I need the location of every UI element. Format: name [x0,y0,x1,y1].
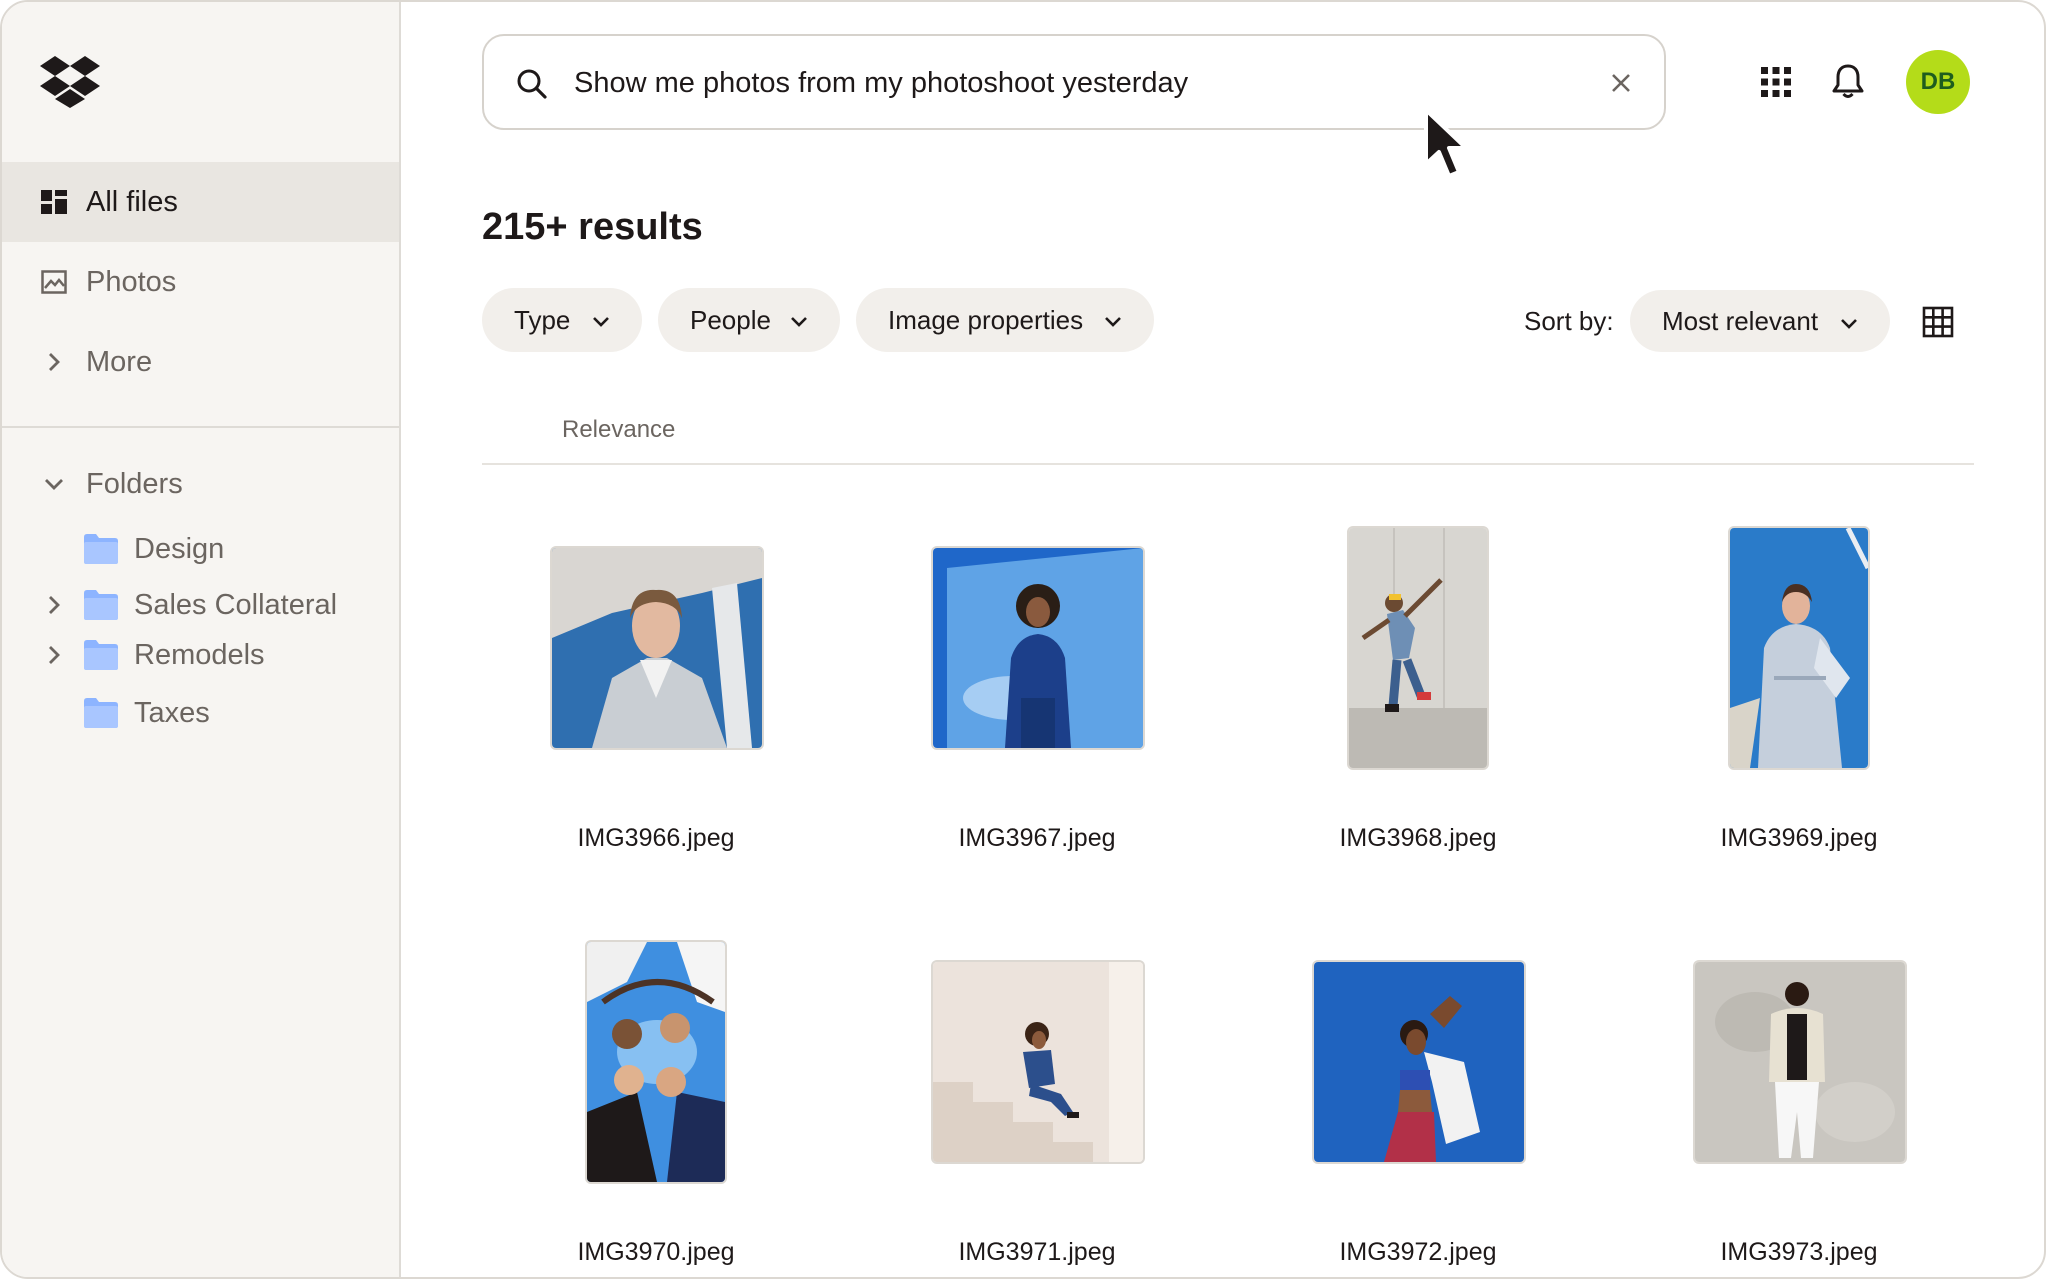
grid-view-icon[interactable] [1922,306,1954,338]
dropbox-logo-icon[interactable] [40,56,100,108]
search-input[interactable] [574,58,1534,108]
sidebar-item-more[interactable]: More [2,322,399,402]
folder-item-design[interactable]: Design [2,524,399,574]
chevron-down-icon [40,470,68,498]
chevron-right-icon [40,348,68,376]
folders-section-toggle[interactable]: Folders [2,458,399,510]
sort-dropdown[interactable]: Most relevant [1630,290,1890,352]
photo-icon [40,268,68,296]
sidebar: All files Photos More Folders Design Sal… [2,2,401,1277]
chevron-down-icon [791,317,807,327]
filter-image-properties-button[interactable]: Image properties [856,288,1154,352]
folders-section-label: Folders [86,467,183,500]
search-icon [517,69,547,99]
folder-icon [84,698,118,728]
sort-value: Most relevant [1662,305,1819,336]
chevron-right-icon[interactable] [42,593,66,617]
folder-icon [84,590,118,620]
chevron-right-icon[interactable] [42,643,66,667]
filter-type-button[interactable]: Type [482,288,642,352]
results-divider [482,463,1974,465]
filter-people-button[interactable]: People [658,288,840,352]
results-title: 215+ results [482,206,703,248]
folder-item-sales-collateral[interactable]: Sales Collateral [2,580,399,630]
sort-label: Sort by: [1524,306,1614,336]
filter-label: Image properties [888,304,1084,335]
sidebar-item-all-files[interactable]: All files [2,162,399,242]
folder-name: Sales Collateral [134,588,338,621]
file-card[interactable]: IMG3973.jpeg [1649,922,1949,1277]
image-thumbnail[interactable] [1730,528,1868,768]
file-card[interactable]: IMG3966.jpeg [506,522,806,902]
sidebar-item-photos[interactable]: Photos [2,242,399,322]
image-thumbnail[interactable] [933,962,1143,1162]
filter-label: Type [514,304,571,335]
bell-icon[interactable] [1830,62,1866,100]
chevron-down-icon [1105,317,1121,327]
chevron-down-icon [593,317,609,327]
folder-item-taxes[interactable]: Taxes [2,688,399,738]
image-thumbnail[interactable] [1314,962,1524,1162]
file-name[interactable]: IMG3967.jpeg [887,824,1187,853]
folder-name: Remodels [134,638,265,671]
avatar[interactable]: DB [1906,50,1970,114]
filter-label: People [690,304,771,335]
folder-name: Taxes [134,696,210,729]
file-name[interactable]: IMG3970.jpeg [506,1238,806,1267]
file-name[interactable]: IMG3966.jpeg [506,824,806,853]
sidebar-item-label: All files [86,185,178,218]
file-card[interactable]: IMG3968.jpeg [1268,522,1568,902]
image-thumbnail[interactable] [1695,962,1905,1162]
image-thumbnail[interactable] [552,548,762,748]
search-bar [482,34,1666,130]
sidebar-item-label: More [86,345,153,378]
chevron-down-icon [1841,319,1857,329]
file-name[interactable]: IMG3969.jpeg [1649,824,1949,853]
all-files-icon [40,188,68,216]
folder-name: Design [134,532,225,565]
file-card[interactable]: IMG3970.jpeg [506,922,806,1277]
file-card[interactable]: IMG3969.jpeg [1649,522,1949,902]
image-thumbnail[interactable] [587,942,725,1182]
sidebar-item-label: Photos [86,265,177,298]
file-card[interactable]: IMG3971.jpeg [887,922,1187,1277]
image-thumbnail[interactable] [1349,528,1487,768]
folder-icon [84,640,118,670]
relevance-column-header[interactable]: Relevance [562,416,675,444]
file-name[interactable]: IMG3971.jpeg [887,1238,1187,1267]
folder-item-remodels[interactable]: Remodels [2,630,399,680]
sidebar-divider [2,426,399,428]
app-window: All files Photos More Folders Design Sal… [0,0,2046,1279]
folder-icon [84,534,118,564]
app-grid-icon[interactable] [1758,64,1794,100]
file-card[interactable]: IMG3967.jpeg [887,522,1187,902]
file-name[interactable]: IMG3968.jpeg [1268,824,1568,853]
file-name[interactable]: IMG3973.jpeg [1649,1238,1949,1267]
image-thumbnail[interactable] [933,548,1143,748]
file-card[interactable]: IMG3972.jpeg [1268,922,1568,1277]
close-icon[interactable] [1606,68,1636,98]
file-name[interactable]: IMG3972.jpeg [1268,1238,1568,1267]
